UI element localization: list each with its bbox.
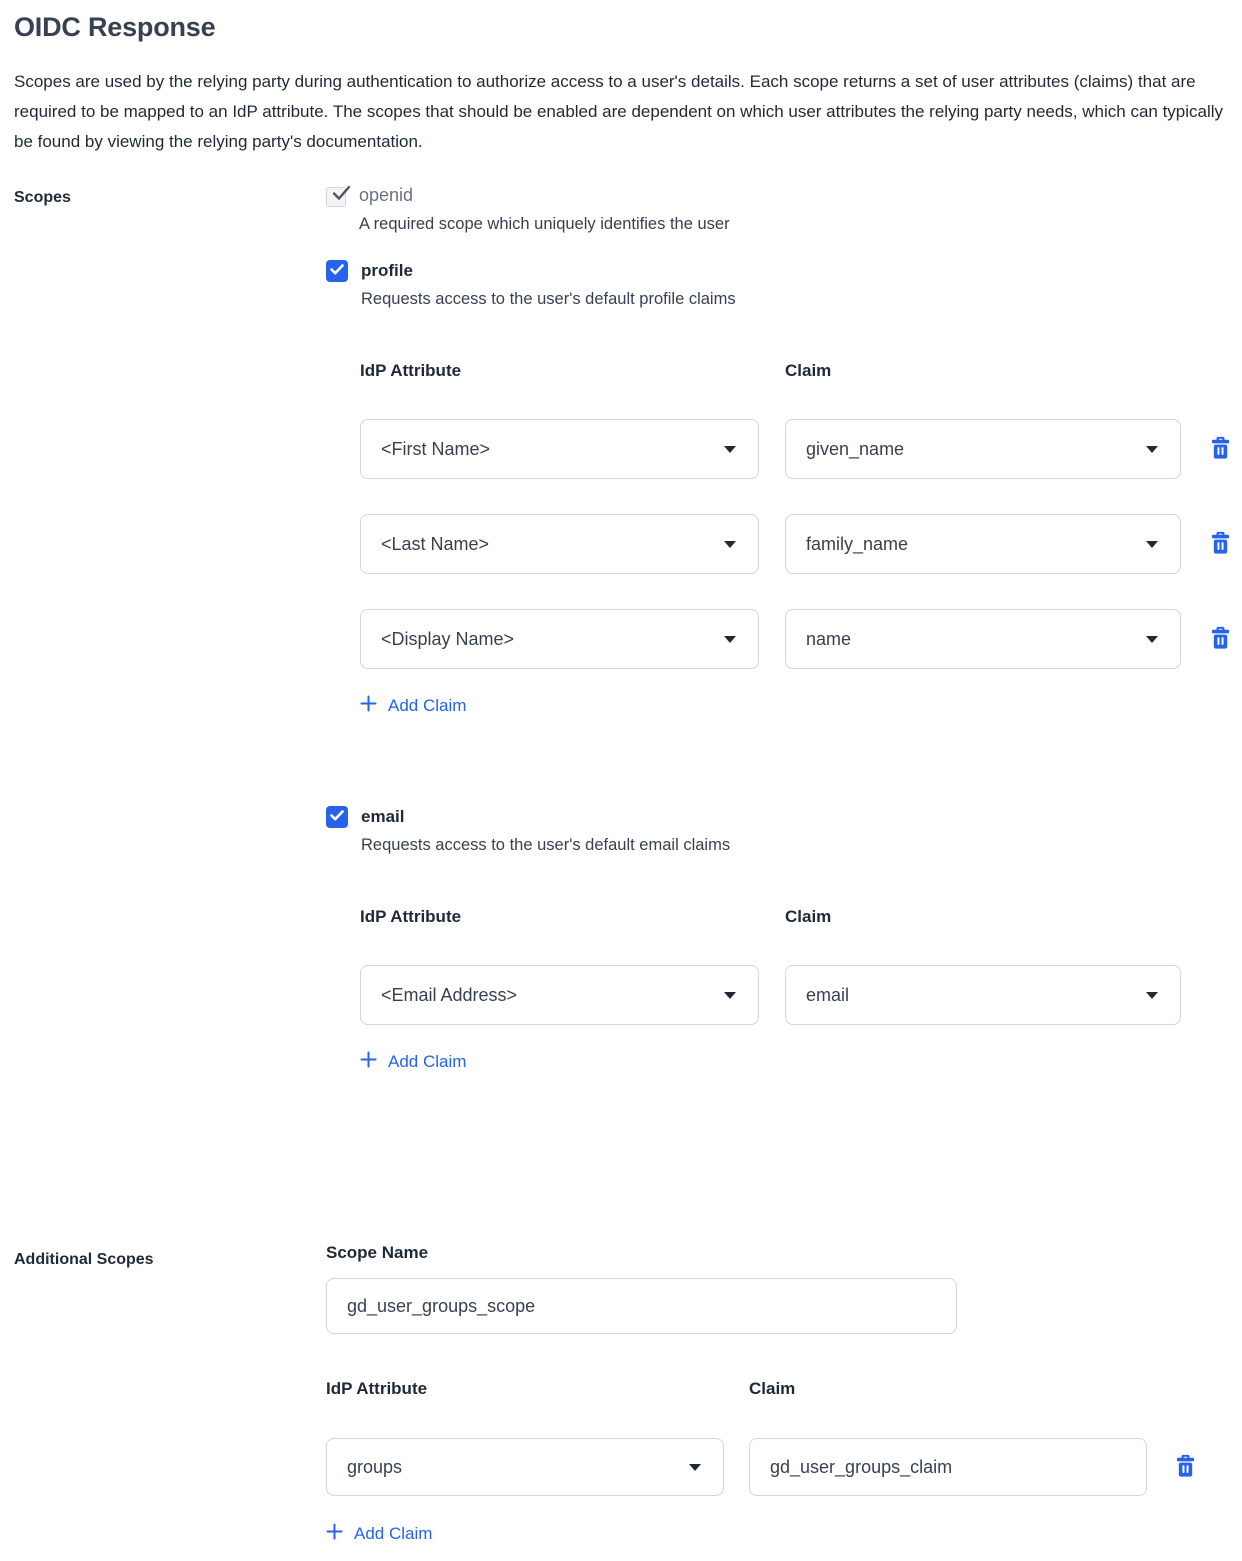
profile-add-claim-button[interactable]: Add Claim	[360, 695, 466, 717]
page-description: Scopes are used by the relying party dur…	[14, 67, 1228, 157]
caret-down-icon	[1146, 541, 1158, 548]
profile-row1-delete-button[interactable]	[1207, 436, 1233, 462]
scope-openid: openid A required scope which uniquely i…	[326, 185, 1242, 234]
scopes-section-label: Scopes	[14, 185, 326, 207]
selected-value: family_name	[806, 534, 908, 555]
email-claim-header: Claim	[785, 907, 1181, 927]
trash-icon	[1175, 1454, 1196, 1480]
profile-row1-idp-attribute-select[interactable]: <First Name>	[360, 419, 759, 479]
email-claim-row: <Email Address> email	[360, 965, 1242, 1025]
selected-value: <First Name>	[381, 439, 490, 460]
selected-value: <Last Name>	[381, 534, 489, 555]
openid-description: A required scope which uniquely identifi…	[359, 215, 730, 234]
additional-add-claim-button[interactable]: Add Claim	[326, 1523, 432, 1545]
additional-scopes-label: Additional Scopes	[14, 1243, 326, 1269]
profile-row2-idp-attribute-select[interactable]: <Last Name>	[360, 514, 759, 574]
plus-icon	[326, 1523, 343, 1545]
profile-description: Requests access to the user's default pr…	[361, 290, 736, 309]
check-icon	[330, 262, 344, 280]
scopes-section: Scopes openid A required scope which uni	[14, 185, 1228, 1073]
scope-name-input[interactable]	[326, 1278, 957, 1334]
selected-value: name	[806, 629, 851, 650]
selected-value: <Display Name>	[381, 629, 514, 650]
openid-checkbox	[326, 187, 346, 207]
profile-row1-claim-select[interactable]: given_name	[785, 419, 1181, 479]
scope-email: email Requests access to the user's defa…	[326, 805, 1242, 1073]
plus-icon	[360, 695, 377, 717]
additional-claim-row: groups	[326, 1438, 1228, 1496]
openid-label: openid	[359, 185, 730, 206]
trash-icon	[1210, 436, 1231, 462]
email-idp-attribute-header: IdP Attribute	[360, 907, 759, 927]
email-checkbox[interactable]	[326, 806, 348, 828]
email-label: email	[361, 805, 730, 827]
caret-down-icon	[689, 1464, 701, 1471]
profile-row2-claim-select[interactable]: family_name	[785, 514, 1181, 574]
profile-claim-row: <Last Name> family_name	[360, 514, 1242, 574]
scope-name-header: Scope Name	[326, 1243, 1228, 1263]
email-row1-claim-select[interactable]: email	[785, 965, 1181, 1025]
selected-value: email	[806, 985, 849, 1006]
add-claim-label: Add Claim	[354, 1524, 432, 1544]
email-claims-table: IdP Attribute Claim <Email Address> emai…	[360, 907, 1242, 1073]
oidc-response-page: OIDC Response Scopes are used by the rel…	[0, 0, 1242, 1561]
trash-icon	[1210, 531, 1231, 557]
check-icon	[330, 808, 344, 826]
page-title: OIDC Response	[14, 12, 1228, 43]
profile-row3-idp-attribute-select[interactable]: <Display Name>	[360, 609, 759, 669]
add-claim-label: Add Claim	[388, 696, 466, 716]
profile-row3-claim-select[interactable]: name	[785, 609, 1181, 669]
profile-claims-table: IdP Attribute Claim <First Name> given_n…	[360, 361, 1242, 717]
profile-row2-delete-button[interactable]	[1207, 531, 1233, 557]
scope-profile: profile Requests access to the user's de…	[326, 259, 1242, 717]
additional-idp-attribute-header: IdP Attribute	[326, 1379, 724, 1399]
selected-value: given_name	[806, 439, 904, 460]
caret-down-icon	[724, 636, 736, 643]
profile-claim-row: <Display Name> name	[360, 609, 1242, 669]
profile-label: profile	[361, 259, 736, 281]
profile-claim-header: Claim	[785, 361, 1181, 381]
plus-icon	[360, 1051, 377, 1073]
additional-row1-claim-input[interactable]	[749, 1438, 1147, 1496]
caret-down-icon	[724, 446, 736, 453]
email-add-claim-button[interactable]: Add Claim	[360, 1051, 466, 1073]
selected-value: <Email Address>	[381, 985, 517, 1006]
caret-down-icon	[724, 541, 736, 548]
scopes-content: openid A required scope which uniquely i…	[326, 185, 1242, 1073]
caret-down-icon	[1146, 446, 1158, 453]
profile-row3-delete-button[interactable]	[1207, 626, 1233, 652]
profile-claim-row: <First Name> given_name	[360, 419, 1242, 479]
additional-scopes-content: Scope Name IdP Attribute Claim groups	[326, 1243, 1228, 1545]
email-description: Requests access to the user's default em…	[361, 836, 730, 855]
add-claim-label: Add Claim	[388, 1052, 466, 1072]
additional-scopes-section: Additional Scopes Scope Name IdP Attribu…	[14, 1243, 1228, 1545]
selected-value: groups	[347, 1457, 402, 1478]
caret-down-icon	[724, 992, 736, 999]
caret-down-icon	[1146, 992, 1158, 999]
email-row1-idp-attribute-select[interactable]: <Email Address>	[360, 965, 759, 1025]
additional-claims-table: IdP Attribute Claim groups	[326, 1379, 1228, 1545]
profile-checkbox[interactable]	[326, 260, 348, 282]
caret-down-icon	[1146, 636, 1158, 643]
additional-row1-idp-attribute-select[interactable]: groups	[326, 1438, 724, 1496]
additional-row1-delete-button[interactable]	[1172, 1454, 1198, 1480]
trash-icon	[1210, 626, 1231, 652]
additional-claim-header: Claim	[749, 1379, 1147, 1399]
profile-idp-attribute-header: IdP Attribute	[360, 361, 759, 381]
